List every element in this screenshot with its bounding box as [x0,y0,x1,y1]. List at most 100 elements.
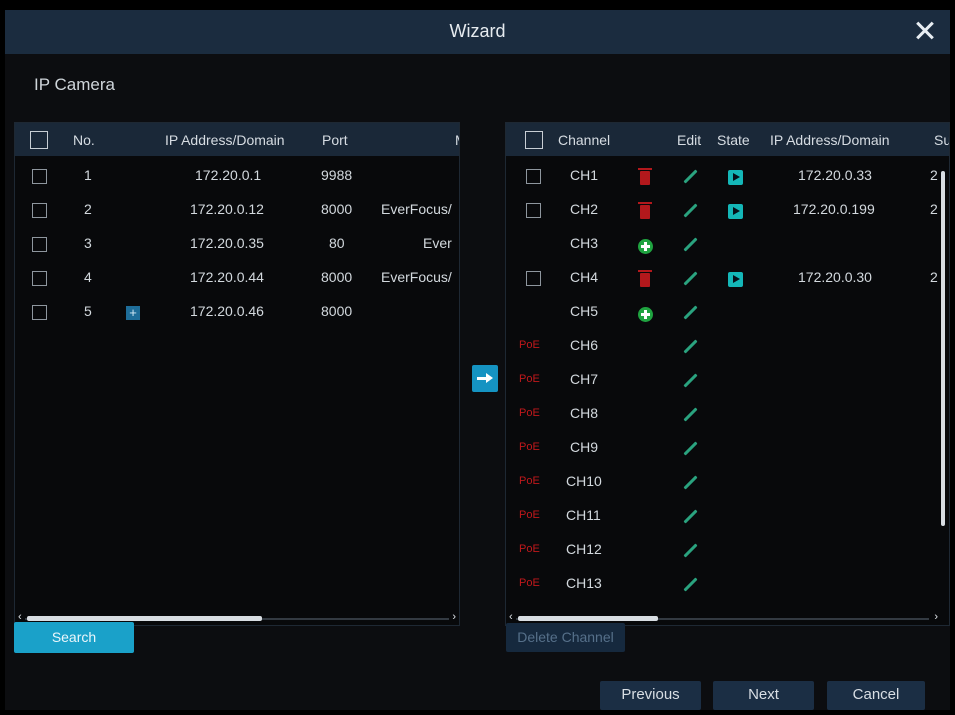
poe-label: PoE [519,509,540,521]
channel-row[interactable]: PoE CH8 [506,397,949,431]
channel-label: CH1 [570,167,599,183]
header-state: State [717,132,750,148]
scroll-right-icon[interactable]: › [934,611,938,623]
channel-row[interactable]: CH2 172.20.0.199 2 [506,193,949,227]
state-play-icon[interactable] [728,170,743,185]
row-port: 80 [329,235,345,251]
channel-row[interactable]: PoE CH9 [506,431,949,465]
delete-icon[interactable] [638,270,652,287]
edit-icon[interactable] [683,305,698,320]
cancel-button[interactable]: Cancel [827,681,925,710]
edit-icon[interactable] [683,237,698,252]
scrollbar-thumb[interactable] [518,616,658,621]
row-checkbox[interactable] [32,271,47,286]
channel-label: CH4 [570,269,599,285]
delete-icon[interactable] [638,202,652,219]
edit-icon[interactable] [683,577,698,592]
table-row[interactable]: 4 172.20.0.44 8000 EverFocus/ [15,261,459,295]
row-ip-address: 172.20.0.35 [190,235,264,251]
channel-row[interactable]: PoE CH10 [506,465,949,499]
scrollbar-thumb[interactable] [941,171,945,526]
delete-channel-button[interactable]: Delete Channel [506,623,625,652]
row-no: 3 [84,235,92,251]
state-play-icon[interactable] [728,272,743,287]
channel-row[interactable]: PoE CH13 [506,567,949,601]
poe-label: PoE [519,441,540,453]
next-button[interactable]: Next [713,681,814,710]
scrollbar-thumb[interactable] [27,616,262,621]
edit-icon[interactable] [683,475,698,490]
add-to-channel-arrow-icon[interactable] [472,365,498,392]
table-row[interactable]: 3 172.20.0.35 80 Ever [15,227,459,261]
channel-row[interactable]: PoE CH6 [506,329,949,363]
edit-icon[interactable] [683,373,698,388]
poe-label: PoE [519,543,540,555]
table-row[interactable]: 2 172.20.0.12 8000 EverFocus/ [15,193,459,227]
edit-icon[interactable] [683,169,698,184]
channel-ip-address: 172.20.0.199 [793,201,875,217]
channel-row[interactable]: CH5 [506,295,949,329]
poe-label: PoE [519,373,540,385]
add-camera-icon[interactable] [638,239,653,254]
row-port: 8000 [321,269,353,285]
channel-label: CH6 [570,337,599,353]
row-manufacturer: EverFocus/ [381,269,452,285]
channel-label: CH9 [570,439,599,455]
row-checkbox[interactable] [526,271,541,286]
row-checkbox[interactable] [526,169,541,184]
row-checkbox[interactable] [32,305,47,320]
vertical-scrollbar[interactable] [940,163,946,613]
search-button[interactable]: Search [14,622,134,653]
row-ip-address: 172.20.0.44 [190,269,264,285]
select-all-channels-checkbox[interactable] [525,131,543,149]
header-ip-address: IP Address/Domain [770,132,890,148]
wizard-window: Wizard IP Camera No. IP Address/Domain P… [5,10,950,710]
edit-icon[interactable] [683,509,698,524]
edit-icon[interactable] [683,339,698,354]
scroll-right-icon[interactable]: › [452,611,456,623]
table-header: No. IP Address/Domain Port M [15,123,459,156]
select-all-checkbox[interactable] [30,131,48,149]
row-checkbox[interactable] [32,237,47,252]
channel-label: CH8 [570,405,599,421]
table-row[interactable]: 1 172.20.0.1 9988 [15,159,459,193]
header-ip-address: IP Address/Domain [165,132,285,148]
delete-icon[interactable] [638,168,652,185]
channel-label: CH3 [570,235,599,251]
window-title: Wizard [449,21,506,41]
channel-row[interactable]: PoE CH7 [506,363,949,397]
row-no: 4 [84,269,92,285]
edit-icon[interactable] [683,407,698,422]
channel-row[interactable]: PoE CH12 [506,533,949,567]
channel-row[interactable]: CH4 172.20.0.30 2 [506,261,949,295]
channel-label: CH11 [566,507,601,523]
close-icon[interactable] [910,16,940,46]
row-checkbox[interactable] [32,203,47,218]
add-camera-icon[interactable] [638,307,653,322]
channel-subnet: 2 [930,201,938,217]
channel-label: CH5 [570,303,599,319]
edit-icon[interactable] [683,271,698,286]
state-play-icon[interactable] [728,204,743,219]
row-port: 8000 [321,303,353,319]
channel-row[interactable]: CH3 [506,227,949,261]
row-checkbox[interactable] [526,203,541,218]
channel-row[interactable]: PoE CH11 [506,499,949,533]
edit-icon[interactable] [683,203,698,218]
scroll-left-icon[interactable]: ‹ [509,611,513,623]
header-no: No. [73,132,95,148]
channel-label: CH7 [570,371,599,387]
edit-icon[interactable] [683,543,698,558]
channel-row[interactable]: CH1 172.20.0.33 2 [506,159,949,193]
add-camera-icon[interactable]: + [126,306,140,320]
row-no: 2 [84,201,92,217]
channel-label: CH12 [566,541,602,557]
horizontal-scrollbar[interactable]: ‹ › [506,611,939,623]
row-no: 5 [84,303,92,319]
table-row[interactable]: 5 + 172.20.0.46 8000 [15,295,459,329]
previous-button[interactable]: Previous [600,681,701,710]
row-checkbox[interactable] [32,169,47,184]
edit-icon[interactable] [683,441,698,456]
ip-camera-search-table: No. IP Address/Domain Port M 1 172.20.0.… [14,122,460,626]
channel-label: CH10 [566,473,602,489]
